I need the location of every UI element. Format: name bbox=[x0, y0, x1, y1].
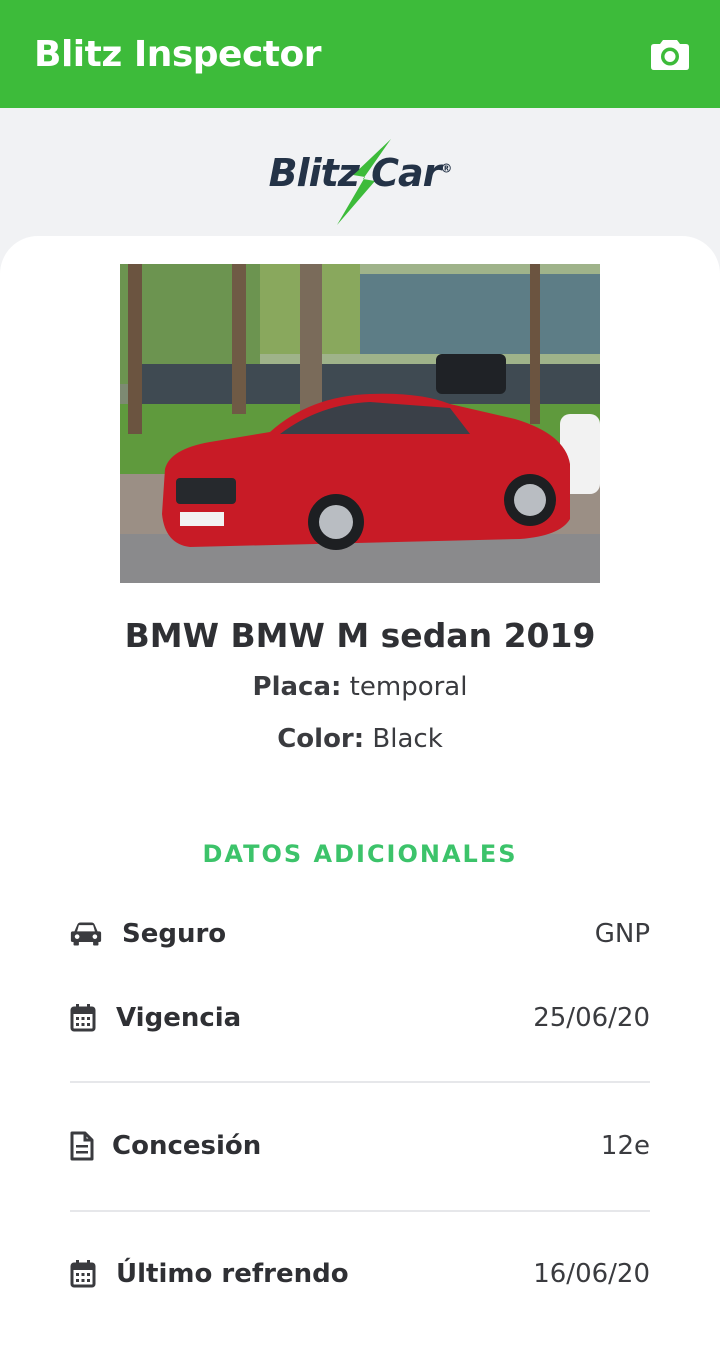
row-concesion: Concesión 12e bbox=[70, 1116, 650, 1176]
logo-text: Blitz Car bbox=[268, 151, 442, 195]
section-title: DATOS ADICIONALES bbox=[202, 840, 518, 868]
row-label-ultimo-refrendo: Último refrendo bbox=[116, 1259, 349, 1289]
document-icon bbox=[70, 1130, 102, 1162]
color-line: Color: Black bbox=[0, 724, 720, 754]
row-vigencia: Vigencia 25/06/20 bbox=[70, 988, 650, 1048]
row-ultimo-refrendo: Último refrendo 16/06/20 bbox=[70, 1244, 650, 1304]
row-value-seguro: GNP bbox=[594, 919, 650, 949]
plate-value: temporal bbox=[349, 672, 468, 702]
divider bbox=[70, 1081, 650, 1083]
registered-mark: ® bbox=[440, 161, 452, 176]
divider bbox=[70, 1210, 650, 1212]
app-title: Blitz Inspector bbox=[34, 33, 322, 75]
vehicle-card: BMW BMW M sedan 2019 Placa: temporal Col… bbox=[0, 236, 720, 1370]
logo-wordmark: Blitz Car® bbox=[245, 151, 475, 195]
row-label-vigencia: Vigencia bbox=[116, 1003, 242, 1033]
row-value-ultimo-refrendo: 16/06/20 bbox=[533, 1259, 650, 1289]
calendar-icon bbox=[70, 1002, 102, 1034]
row-label-concesion: Concesión bbox=[112, 1131, 262, 1161]
calendar-icon bbox=[70, 1258, 102, 1290]
vehicle-title: BMW BMW M sedan 2019 bbox=[124, 616, 596, 655]
app-bar: Blitz Inspector bbox=[0, 0, 720, 108]
color-value: Black bbox=[372, 724, 443, 754]
row-label-seguro: Seguro bbox=[122, 919, 227, 949]
camera-icon bbox=[651, 40, 689, 70]
color-label: Color: bbox=[277, 724, 365, 754]
vehicle-photo bbox=[120, 264, 600, 583]
plate-label: Placa: bbox=[252, 672, 342, 702]
logo-area: Blitz Car® bbox=[0, 108, 720, 238]
row-value-vigencia: 25/06/20 bbox=[533, 1003, 650, 1033]
row-value-concesion: 12e bbox=[600, 1131, 650, 1161]
camera-button[interactable] bbox=[648, 32, 692, 76]
plate-line: Placa: temporal bbox=[0, 672, 720, 702]
row-seguro: Seguro GNP bbox=[70, 904, 650, 964]
blitzcar-logo: Blitz Car® bbox=[245, 123, 475, 225]
car-icon bbox=[70, 918, 102, 950]
